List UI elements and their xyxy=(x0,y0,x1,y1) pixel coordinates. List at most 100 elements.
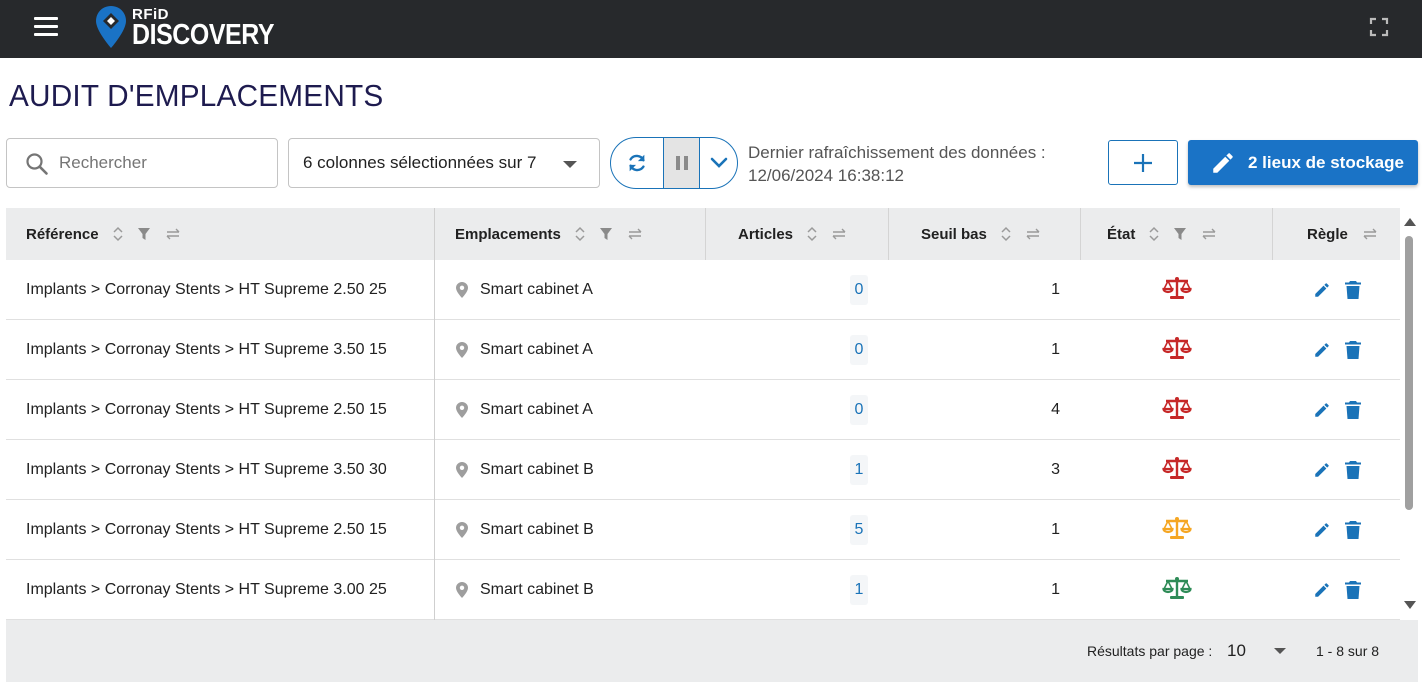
location-pin-icon xyxy=(456,282,468,298)
plus-icon xyxy=(1134,153,1152,172)
header-locations-label: Emplacements xyxy=(455,225,561,243)
swap-icon[interactable] xyxy=(1201,228,1217,240)
location-pin-icon xyxy=(456,462,468,478)
pagination-range: 1 - 8 sur 8 xyxy=(1316,643,1380,659)
table-row[interactable]: Implants > Corronay Stents > HT Supreme … xyxy=(6,260,1400,320)
articles-count-link[interactable]: 0 xyxy=(850,275,868,305)
swap-icon[interactable] xyxy=(1362,228,1378,240)
menu-icon[interactable] xyxy=(34,17,58,37)
edit-icon[interactable] xyxy=(1313,341,1331,359)
refresh-label: Dernier rafraîchissement des données : xyxy=(748,143,1046,162)
refresh-time: 12/06/2024 16:38:12 xyxy=(748,166,904,185)
filter-icon[interactable] xyxy=(137,227,151,241)
articles-count-link[interactable]: 5 xyxy=(850,515,868,545)
storage-locations-label: 2 lieux de stockage xyxy=(1248,152,1404,172)
cell-rule-actions xyxy=(1273,500,1400,560)
edit-icon[interactable] xyxy=(1313,281,1331,299)
header-state-label: État xyxy=(1107,225,1136,243)
storage-locations-button[interactable]: 2 lieux de stockage xyxy=(1188,140,1418,185)
table-row[interactable]: Implants > Corronay Stents > HT Supreme … xyxy=(6,320,1400,380)
cell-state xyxy=(1081,260,1273,320)
cell-state xyxy=(1081,320,1273,380)
scale-status-icon xyxy=(1162,276,1192,305)
cell-rule-actions xyxy=(1273,260,1400,320)
cell-reference: Implants > Corronay Stents > HT Supreme … xyxy=(26,281,387,298)
scroll-up-arrow[interactable] xyxy=(1404,218,1416,226)
delete-icon[interactable] xyxy=(1344,401,1361,419)
cell-articles: 0 xyxy=(706,320,868,380)
scroll-thumb[interactable] xyxy=(1405,236,1413,510)
scale-status-icon xyxy=(1162,456,1192,485)
cell-articles: 0 xyxy=(706,260,868,320)
cell-threshold: 4 xyxy=(1051,401,1060,418)
columns-select[interactable]: 6 colonnes sélectionnées sur 7 xyxy=(288,138,600,188)
edit-icon[interactable] xyxy=(1313,581,1331,599)
table-row[interactable]: Implants > Corronay Stents > HT Supreme … xyxy=(6,380,1400,440)
rows-per-page-select[interactable]: 10 xyxy=(1227,641,1246,661)
table-row[interactable]: Implants > Corronay Stents > HT Supreme … xyxy=(6,500,1400,560)
header-state: État xyxy=(1081,208,1273,260)
pencil-icon xyxy=(1213,152,1233,173)
swap-icon[interactable] xyxy=(627,228,643,240)
location-pin-icon xyxy=(456,342,468,358)
sort-icon[interactable] xyxy=(113,226,123,242)
logo-big-text: DISCOVERY xyxy=(132,19,275,51)
cell-rule-actions xyxy=(1273,320,1400,380)
vertical-scrollbar[interactable] xyxy=(1402,212,1418,620)
refresh-controls xyxy=(610,137,738,189)
delete-icon[interactable] xyxy=(1344,461,1361,479)
refresh-options-button[interactable] xyxy=(700,138,737,188)
articles-count-link[interactable]: 0 xyxy=(850,395,868,425)
sort-icon[interactable] xyxy=(575,226,585,242)
search-field[interactable] xyxy=(6,138,278,188)
top-bar: RFiD DISCOVERY xyxy=(0,0,1422,58)
scroll-down-arrow[interactable] xyxy=(1404,601,1416,609)
caret-down-icon[interactable] xyxy=(1274,648,1286,654)
delete-icon[interactable] xyxy=(1344,281,1361,299)
delete-icon[interactable] xyxy=(1344,521,1361,539)
cell-location: Smart cabinet A xyxy=(456,260,696,320)
cell-reference: Implants > Corronay Stents > HT Supreme … xyxy=(26,341,387,358)
location-name: Smart cabinet A xyxy=(480,401,593,418)
edit-icon[interactable] xyxy=(1313,401,1331,419)
cell-threshold: 1 xyxy=(1051,521,1060,538)
refresh-button[interactable] xyxy=(611,138,663,188)
location-name: Smart cabinet A xyxy=(480,341,593,358)
delete-icon[interactable] xyxy=(1344,341,1361,359)
cell-threshold: 1 xyxy=(1051,581,1060,598)
header-articles-label: Articles xyxy=(738,225,794,243)
articles-count-link[interactable]: 0 xyxy=(850,335,868,365)
table-row[interactable]: Implants > Corronay Stents > HT Supreme … xyxy=(6,440,1400,500)
fullscreen-icon[interactable] xyxy=(1369,17,1389,37)
add-button[interactable] xyxy=(1108,140,1178,185)
sort-icon[interactable] xyxy=(1001,226,1011,242)
cell-location: Smart cabinet B xyxy=(456,560,696,620)
app-logo[interactable]: RFiD DISCOVERY xyxy=(95,5,275,53)
header-rule-label: Règle xyxy=(1307,225,1348,243)
pause-button[interactable] xyxy=(663,138,700,188)
pause-icon xyxy=(675,156,688,170)
swap-icon[interactable] xyxy=(1025,228,1041,240)
table-header: Référence Emplacements Articles Seuil ba… xyxy=(6,208,1400,260)
articles-count-link[interactable]: 1 xyxy=(850,455,868,485)
cell-reference: Implants > Corronay Stents > HT Supreme … xyxy=(26,401,387,418)
filter-icon[interactable] xyxy=(1173,227,1187,241)
cell-reference: Implants > Corronay Stents > HT Supreme … xyxy=(26,461,387,478)
sort-icon[interactable] xyxy=(807,226,817,242)
cell-state xyxy=(1081,560,1273,620)
search-input[interactable] xyxy=(59,151,269,175)
cell-articles: 0 xyxy=(706,380,868,440)
sort-icon[interactable] xyxy=(1149,226,1159,242)
edit-icon[interactable] xyxy=(1313,521,1331,539)
cell-state xyxy=(1081,380,1273,440)
articles-count-link[interactable]: 1 xyxy=(850,575,868,605)
scale-status-icon xyxy=(1162,336,1192,365)
delete-icon[interactable] xyxy=(1344,581,1361,599)
page-title: AUDIT D'EMPLACEMENTS xyxy=(9,78,384,113)
logo-pin-icon xyxy=(96,6,126,48)
swap-icon[interactable] xyxy=(165,228,181,240)
filter-icon[interactable] xyxy=(599,227,613,241)
edit-icon[interactable] xyxy=(1313,461,1331,479)
table-row[interactable]: Implants > Corronay Stents > HT Supreme … xyxy=(6,560,1400,620)
swap-icon[interactable] xyxy=(831,228,847,240)
